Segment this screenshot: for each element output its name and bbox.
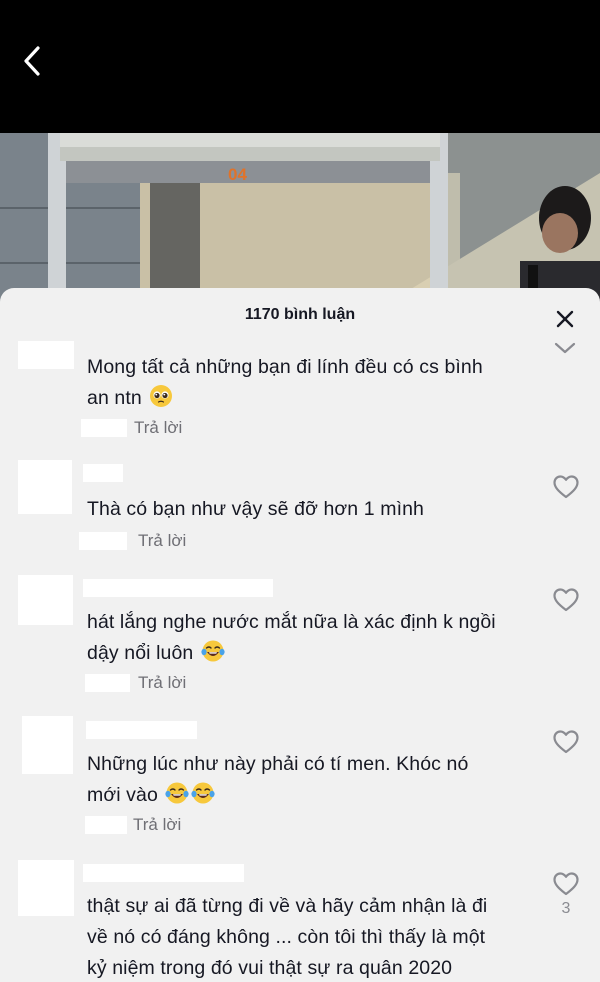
reply-button[interactable]: Trả lời bbox=[134, 418, 182, 438]
avatar[interactable] bbox=[22, 716, 73, 774]
heart-outline-icon[interactable] bbox=[552, 729, 580, 755]
comment-username bbox=[83, 464, 123, 482]
comment-username bbox=[83, 864, 244, 882]
comment-text-line: hát lắng nghe nước mắt nữa là xác định k… bbox=[87, 611, 496, 633]
comment-username bbox=[83, 579, 273, 597]
tears-of-joy-icon bbox=[201, 640, 225, 662]
avatar[interactable] bbox=[18, 460, 72, 514]
comment-meta: Trả lời bbox=[85, 673, 225, 693]
comment-text-line: dậy nổi luôn bbox=[87, 642, 194, 664]
comment-date bbox=[85, 674, 130, 692]
close-x-icon bbox=[556, 310, 574, 328]
back-button[interactable] bbox=[18, 42, 52, 80]
reply-button[interactable]: Trả lời bbox=[133, 815, 181, 835]
heart-outline-icon[interactable] bbox=[552, 474, 580, 500]
video-still: 04 bbox=[0, 133, 600, 308]
tears-of-joy-icon bbox=[191, 782, 216, 804]
comment-text-line: Những lúc như này phải có tí men. Khóc n… bbox=[87, 753, 469, 775]
comment-text: hát lắng nghe nước mắt nữa là xác định k… bbox=[87, 607, 537, 669]
comment-text-line: thật sự ai đã từng đi về và hãy cảm nhận… bbox=[87, 895, 488, 917]
comment-text-line: Thà có bạn như vậy sẽ đỡ hơn 1 mình bbox=[87, 498, 424, 520]
avatar[interactable] bbox=[18, 860, 74, 916]
chevron-left-icon bbox=[24, 46, 40, 76]
comment-text-line: mới vào bbox=[87, 784, 158, 806]
comment-text-line: kỷ niệm trong đó vui thật sự ra quân 202… bbox=[87, 957, 453, 979]
comment-date bbox=[79, 532, 127, 550]
comment-text-line: an ntn bbox=[87, 387, 142, 409]
comment-text: Những lúc như này phải có tí men. Khóc n… bbox=[87, 749, 537, 811]
comment-meta: Trả lời bbox=[79, 531, 219, 551]
heart-outline-icon[interactable] bbox=[552, 871, 580, 897]
comment-username bbox=[86, 721, 197, 739]
comment-text: Mong tất cả những bạn đi lính đều có cs … bbox=[87, 352, 537, 414]
comment-text: Thà có bạn như vậy sẽ đỡ hơn 1 mình bbox=[87, 494, 537, 525]
comments-count-title: 1170 bình luận bbox=[244, 306, 356, 323]
comment-meta: Trả lời bbox=[85, 815, 225, 835]
top-bar bbox=[0, 0, 600, 133]
tears-of-joy-icon bbox=[165, 782, 190, 804]
avatar[interactable] bbox=[18, 575, 73, 625]
comment-date bbox=[81, 419, 127, 437]
comment-text-line: Mong tất cả những bạn đi lính đều có cs … bbox=[87, 356, 483, 378]
avatar[interactable] bbox=[18, 341, 74, 369]
comment-date bbox=[85, 816, 127, 834]
bed-number: 04 bbox=[228, 165, 247, 184]
heart-outline-icon[interactable] bbox=[552, 587, 580, 613]
chevron-down-icon[interactable] bbox=[553, 340, 577, 356]
comments-sheet: 1170 bình luận Mong tất cả những bạn đi … bbox=[0, 288, 600, 982]
like-count: 3 bbox=[561, 900, 571, 917]
video-frame[interactable]: 04 bbox=[0, 133, 600, 308]
comment-meta: Trả lời bbox=[81, 418, 221, 438]
comment-text: thật sự ai đã từng đi về và hãy cảm nhận… bbox=[87, 891, 537, 982]
reply-button[interactable]: Trả lời bbox=[138, 531, 186, 551]
close-button[interactable] bbox=[554, 308, 576, 330]
pleading-face-icon bbox=[150, 385, 173, 407]
comment-text-line: về nó có đáng không ... còn tôi thì thấy… bbox=[87, 926, 486, 948]
reply-button[interactable]: Trả lời bbox=[138, 673, 186, 693]
